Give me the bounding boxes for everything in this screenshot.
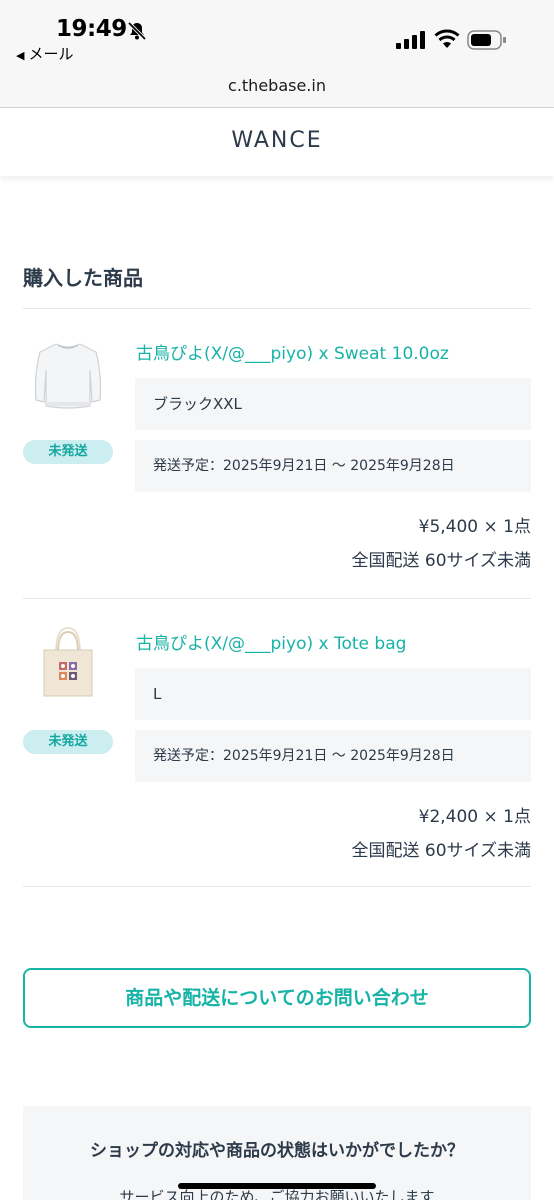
bell-slash-icon [127,21,147,41]
browser-url-bar[interactable]: c.thebase.in [0,72,554,108]
url-text: c.thebase.in [228,76,326,95]
back-label: メール [28,45,74,63]
back-to-mail-button[interactable]: ◀ メール [16,43,73,64]
home-indicator[interactable] [178,1183,376,1189]
shipping-schedule-box: 発送予定：2025年9月21日 〜 2025年9月28日 [135,730,531,782]
divider [23,886,531,887]
clock: 19:49 [56,16,127,42]
item-price: ¥2,400 × 1点 [418,807,531,827]
sweatshirt-thumbnail[interactable] [28,334,108,414]
status-badge: 未発送 [23,730,113,754]
divider [23,308,531,309]
tote-bag-thumbnail[interactable] [28,622,108,702]
survey-title: ショップの対応や商品の状態はいかがでしたか？ [90,1141,464,1161]
item-price: ¥5,400 × 1点 [418,517,531,537]
shop-name[interactable]: WANCE [231,128,322,153]
status-bar: 19:49 ◀ メール [0,0,554,72]
shop-header: WANCE [0,108,554,176]
battery-icon [467,30,506,50]
shipping-method: 全国配送 60サイズ未満 [351,841,531,861]
shipping-method: 全国配送 60サイズ未満 [351,551,531,571]
back-arrow-icon: ◀ [16,49,25,62]
item-name-link[interactable]: 古鳥ぴよ(X/@___piyo) x Sweat 10.0oz [136,339,449,364]
shipping-schedule-box: 発送予定：2025年9月21日 〜 2025年9月28日 [135,440,531,492]
signal-icon [396,31,425,49]
item-name-link[interactable]: 古鳥ぴよ(X/@___piyo) x Tote bag [136,629,406,654]
variant-box: L [135,668,531,720]
section-title: 購入した商品 [23,266,143,290]
inquiry-button[interactable]: 商品や配送についてのお問い合わせ [23,968,531,1028]
status-badge: 未発送 [23,440,113,464]
wifi-icon [434,29,460,48]
divider [23,598,531,599]
variant-box: ブラックXXL [135,378,531,430]
